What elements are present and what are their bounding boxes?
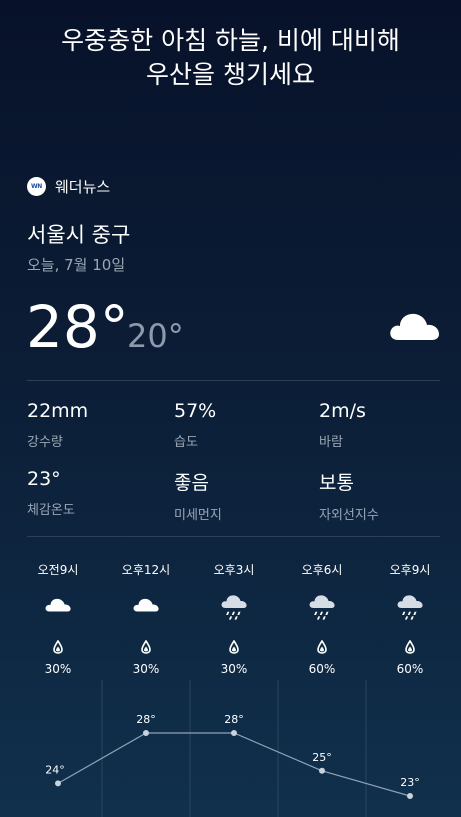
temperature-line [57, 732, 411, 797]
stat-uv-index: 보통 자외선지수 [319, 468, 379, 523]
rain-cloud-icon [220, 594, 248, 622]
stat-label: 강수량 [27, 435, 63, 450]
temperature-point [319, 767, 325, 774]
hourly-time: 오후9시 [389, 563, 431, 577]
stat-label: 미세먼지 [174, 508, 222, 523]
divider [27, 536, 440, 537]
stat-feels-like: 23° 체감온도 [27, 468, 75, 518]
hourly-precip: 30% [132, 662, 160, 676]
stat-value: 23° [27, 468, 61, 490]
stat-value: 57% [174, 400, 217, 422]
stat-value: 좋음 [174, 472, 209, 494]
weathernews-logo-icon: WN [27, 176, 46, 196]
temperature-label: 23° [400, 776, 420, 789]
hourly-item: 오후6시 60% [287, 562, 357, 676]
stat-value: 22mm [27, 400, 89, 422]
stat-label: 체감온도 [27, 503, 75, 518]
cloud-icon [44, 594, 72, 616]
rain-cloud-icon [308, 594, 336, 622]
stat-fine-dust: 좋음 미세먼지 [174, 468, 222, 523]
hourly-time: 오후6시 [301, 563, 343, 577]
headline: 우중충한 아침 하늘, 비에 대비해 우산을 챙기세요 [0, 24, 461, 92]
stat-value: 보통 [319, 472, 354, 494]
hourly-precip: 30% [220, 662, 248, 676]
rain-cloud-icon [396, 594, 424, 622]
temperature-label: 28° [136, 713, 156, 726]
hourly-precip: 30% [44, 662, 72, 676]
stat-label: 자외선지수 [319, 508, 379, 523]
temperature-label: 25° [312, 751, 332, 764]
temperature-point [407, 793, 413, 799]
cloud-icon [390, 313, 439, 340]
hourly-precip: 60% [396, 662, 424, 676]
cloud-icon [132, 594, 160, 616]
hourly-time: 오후3시 [213, 563, 255, 577]
current-low-temp: 20° [127, 317, 184, 355]
stat-precipitation: 22mm 강수량 [27, 400, 88, 450]
stat-label: 바람 [319, 435, 343, 450]
current-high-temp: 28° [26, 293, 129, 361]
stat-wind: 2m/s 바람 [319, 400, 366, 450]
raindrop-icon [229, 640, 239, 654]
brand[interactable]: WN 웨더뉴스 [27, 175, 110, 197]
stat-value: 2m/s [319, 400, 366, 422]
temperature-label: 28° [224, 713, 244, 726]
stat-humidity: 57% 습도 [174, 400, 216, 450]
raindrop-icon [405, 640, 415, 654]
brand-name: 웨더뉴스 [55, 177, 111, 196]
location-title: 서울시 중구 [27, 223, 131, 247]
hourly-item: 오전9시 30% [23, 562, 93, 676]
raindrop-icon [53, 640, 63, 654]
temperature-point [55, 780, 61, 787]
divider [27, 380, 440, 381]
hourly-temperature-graph: 24° 28° 28° 25° 23° [45, 680, 420, 817]
hourly-item: 오후9시 60% [375, 562, 445, 676]
temperature-point [231, 730, 237, 736]
headline-line-1: 우중충한 아침 하늘, 비에 대비해 [61, 26, 400, 55]
raindrop-icon [141, 640, 151, 654]
hourly-item: 오후3시 30% [199, 562, 269, 676]
hourly-time: 오후12시 [121, 563, 171, 577]
hourly-time: 오전9시 [37, 563, 79, 577]
headline-line-2: 우산을 챙기세요 [146, 60, 315, 89]
date-label: 오늘, 7월 10일 [27, 256, 126, 274]
temperature-point [143, 730, 149, 736]
hourly-precip: 60% [308, 662, 336, 676]
brand-logo-text: WN [30, 182, 43, 190]
temperature-label: 24° [45, 763, 65, 776]
stat-label: 습도 [174, 435, 198, 450]
hourly-item: 오후12시 30% [111, 562, 181, 676]
raindrop-icon [317, 640, 327, 654]
